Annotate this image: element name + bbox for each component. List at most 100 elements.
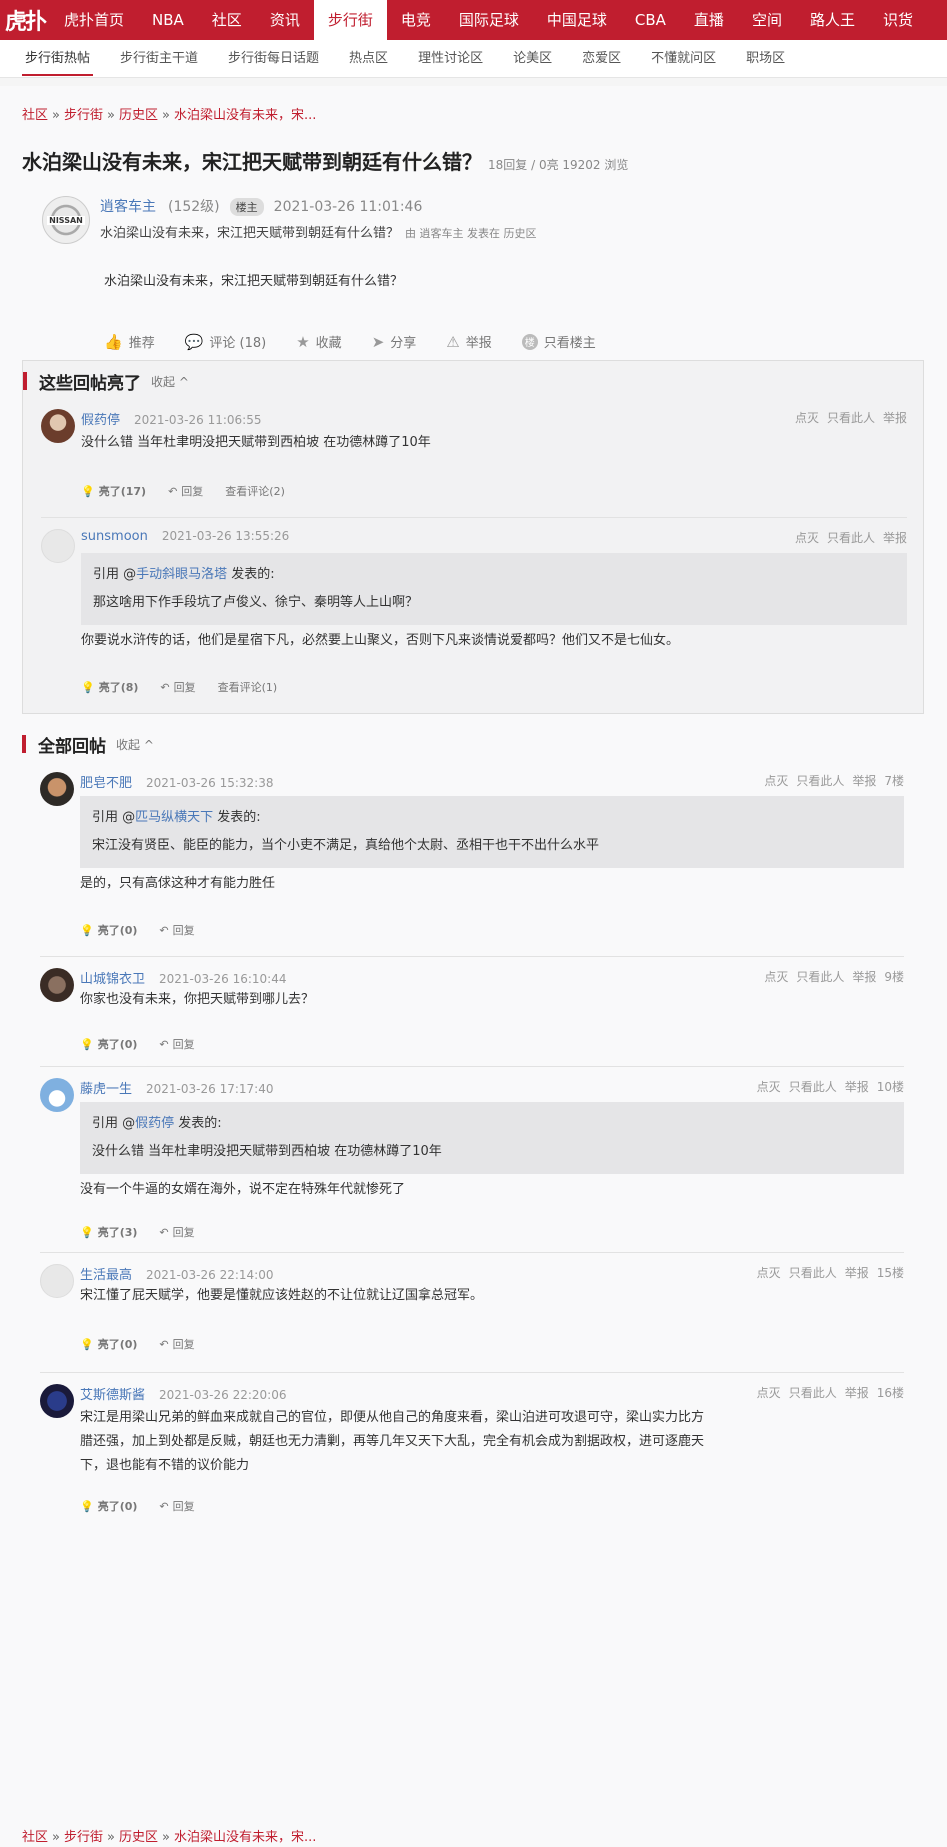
only-this-user-link[interactable]: 只看此人 xyxy=(827,411,875,425)
user-avatar[interactable] xyxy=(40,772,74,806)
light-button[interactable]: 💡 亮了(0) xyxy=(80,1036,137,1052)
dislike-link[interactable]: 点灭 xyxy=(757,1386,781,1400)
breadcrumb-community[interactable]: 社区 xyxy=(22,108,48,123)
only-op-button[interactable]: 楼只看楼主 xyxy=(521,332,596,351)
quote-username[interactable]: 假药停 xyxy=(135,1116,174,1131)
user-avatar[interactable] xyxy=(41,409,75,443)
light-button[interactable]: 💡 亮了(8) xyxy=(81,679,138,695)
breadcrumb-buxingjie[interactable]: 步行街 xyxy=(64,1830,103,1845)
reply-username[interactable]: 藤虎一生 xyxy=(80,1082,132,1097)
reply-username[interactable]: 肥皂不肥 xyxy=(80,776,132,791)
reply-time: 2021-03-26 11:06:55 xyxy=(134,413,262,427)
user-avatar[interactable] xyxy=(40,968,74,1002)
reply-button[interactable]: ↶ 回复 xyxy=(159,922,194,938)
report-link[interactable]: 举报 xyxy=(883,411,907,425)
subnav-hot[interactable]: 步行街热帖 xyxy=(10,40,105,78)
reply-username[interactable]: sunsmoon xyxy=(81,529,148,544)
only-this-user-link[interactable]: 只看此人 xyxy=(789,1266,837,1280)
nav-news[interactable]: 资讯 xyxy=(256,0,314,40)
favorite-button[interactable]: ★ 收藏 xyxy=(296,332,341,352)
user-avatar[interactable] xyxy=(40,1264,74,1298)
only-this-user-link[interactable]: 只看此人 xyxy=(789,1080,837,1094)
report-link[interactable]: 举报 xyxy=(852,970,876,984)
subnav-love[interactable]: 恋爱区 xyxy=(567,40,636,78)
highlight-collapse[interactable]: 收起 ^ xyxy=(151,373,189,390)
reply-username[interactable]: 假药停 xyxy=(81,413,120,428)
main-content: 社区» 步行街» 历史区» 水泊梁山没有未来，宋... 水泊梁山没有未来，宋江把天赋带… xyxy=(0,86,947,1847)
report-link[interactable]: 举报 xyxy=(845,1080,869,1094)
breadcrumb-buxingjie[interactable]: 步行街 xyxy=(64,108,103,123)
subnav-hotspot[interactable]: 热点区 xyxy=(334,40,403,78)
reply-button[interactable]: ↶ 回复 xyxy=(168,483,203,499)
reply-button[interactable]: ↶ 回复 xyxy=(159,1036,194,1052)
nav-home[interactable]: 虎扑首页 xyxy=(50,0,138,40)
breadcrumb-current[interactable]: 水泊梁山没有未来，宋... xyxy=(174,108,316,123)
subnav-work[interactable]: 职场区 xyxy=(731,40,800,78)
reply-body: 是的，只有高俅这种才有能力胜任 xyxy=(80,876,276,891)
nav-space[interactable]: 空间 xyxy=(738,0,796,40)
only-this-user-link[interactable]: 只看此人 xyxy=(796,774,844,788)
light-button[interactable]: 💡 亮了(0) xyxy=(80,922,137,938)
subnav-rational[interactable]: 理性讨论区 xyxy=(403,40,498,78)
light-button[interactable]: 💡 亮了(0) xyxy=(80,1336,137,1352)
only-this-user-link[interactable]: 只看此人 xyxy=(827,531,875,545)
nav-cba[interactable]: CBA xyxy=(621,0,680,40)
report-button[interactable]: ⚠ 举报 xyxy=(446,332,491,352)
nav-cn-football[interactable]: 中国足球 xyxy=(533,0,621,40)
subnav-daily[interactable]: 步行街每日话题 xyxy=(213,40,334,78)
view-comments-button[interactable]: 查看评论(2) xyxy=(225,483,285,499)
reply-button[interactable]: ↶ 回复 xyxy=(159,1224,194,1240)
quote-username[interactable]: 手动斜眼马洛塔 xyxy=(136,567,227,582)
user-avatar[interactable] xyxy=(41,529,75,563)
breadcrumb-history[interactable]: 历史区 xyxy=(119,1830,158,1845)
reply-button[interactable]: ↶ 回复 xyxy=(159,1336,194,1352)
report-link[interactable]: 举报 xyxy=(883,531,907,545)
report-link[interactable]: 举报 xyxy=(845,1386,869,1400)
light-button[interactable]: 💡 亮了(3) xyxy=(80,1224,137,1240)
dislike-link[interactable]: 点灭 xyxy=(764,970,788,984)
light-button[interactable]: 💡 亮了(0) xyxy=(80,1498,137,1514)
only-this-user-link[interactable]: 只看此人 xyxy=(796,970,844,984)
nav-nba[interactable]: NBA xyxy=(138,0,198,40)
subnav-ask[interactable]: 不懂就问区 xyxy=(636,40,731,78)
breadcrumb-sep: » xyxy=(52,1830,60,1845)
user-avatar[interactable] xyxy=(40,1078,74,1112)
breadcrumb-community[interactable]: 社区 xyxy=(22,1830,48,1845)
reply-button[interactable]: ↶ 回复 xyxy=(160,679,195,695)
reply-username[interactable]: 生活最高 xyxy=(80,1268,132,1283)
all-replies-collapse[interactable]: 收起 ^ xyxy=(116,736,154,753)
subnav-main[interactable]: 步行街主干道 xyxy=(105,40,213,78)
nav-lurenwang[interactable]: 路人王 xyxy=(796,0,869,40)
share-button[interactable]: ➤ 分享 xyxy=(372,332,417,352)
dislike-link[interactable]: 点灭 xyxy=(764,774,788,788)
breadcrumb-current[interactable]: 水泊梁山没有未来，宋... xyxy=(174,1830,316,1845)
nav-community[interactable]: 社区 xyxy=(198,0,256,40)
reply-button[interactable]: ↶ 回复 xyxy=(159,1498,194,1514)
hupu-logo[interactable]: 虎扑 xyxy=(0,0,50,40)
only-this-user-link[interactable]: 只看此人 xyxy=(789,1386,837,1400)
comment-button[interactable]: 💬 评论 (18) xyxy=(185,332,267,352)
report-link[interactable]: 举报 xyxy=(852,774,876,788)
op-username[interactable]: 逍客车主 xyxy=(100,199,156,215)
report-link[interactable]: 举报 xyxy=(845,1266,869,1280)
dislike-link[interactable]: 点灭 xyxy=(795,411,819,425)
reply-username[interactable]: 山城锦衣卫 xyxy=(80,972,145,987)
reply-label: 回复 xyxy=(172,924,195,937)
light-button[interactable]: 💡 亮了(17) xyxy=(81,483,146,499)
dislike-link[interactable]: 点灭 xyxy=(757,1080,781,1094)
op-avatar[interactable]: NISSAN xyxy=(42,196,90,244)
nav-buxingjie[interactable]: 步行街 xyxy=(313,0,387,40)
dislike-link[interactable]: 点灭 xyxy=(795,531,819,545)
quote-username[interactable]: 匹马纵横天下 xyxy=(135,810,213,825)
dislike-link[interactable]: 点灭 xyxy=(757,1266,781,1280)
subnav-beauty[interactable]: 论美区 xyxy=(498,40,567,78)
nav-esports[interactable]: 电竞 xyxy=(387,0,445,40)
breadcrumb-history[interactable]: 历史区 xyxy=(119,108,158,123)
view-comments-button[interactable]: 查看评论(1) xyxy=(218,679,278,695)
recommend-button[interactable]: 👍 推荐 xyxy=(104,332,155,352)
reply-username[interactable]: 艾斯德斯酱 xyxy=(80,1388,145,1403)
nav-live[interactable]: 直播 xyxy=(680,0,738,40)
user-avatar[interactable] xyxy=(40,1384,74,1418)
nav-intl-football[interactable]: 国际足球 xyxy=(445,0,533,40)
nav-shihuo[interactable]: 识货 xyxy=(869,0,927,40)
